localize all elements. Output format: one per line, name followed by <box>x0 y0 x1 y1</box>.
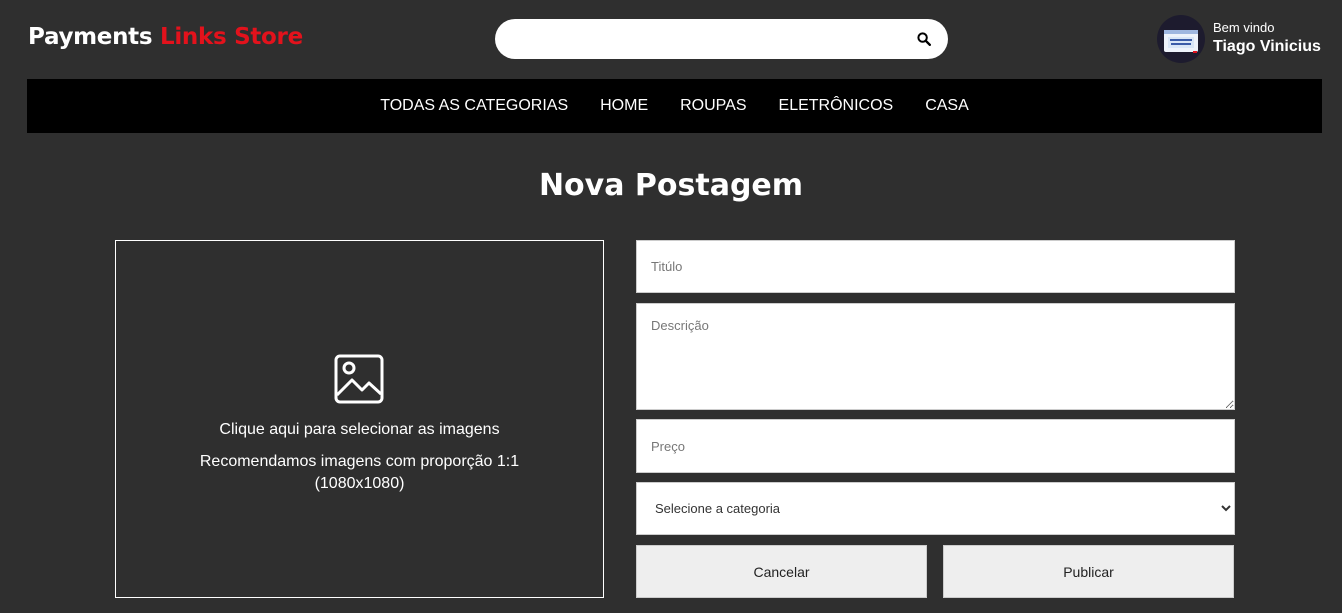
search-input[interactable] <box>513 27 907 53</box>
category-select[interactable]: Selecione a categoria <box>636 482 1235 535</box>
logo-text-accent: Links Store <box>159 24 303 50</box>
nav-item-all-categories[interactable]: TODAS AS CATEGORIAS <box>380 97 568 115</box>
upload-recommendation: Recomendamos imagens com proporção 1:1 (… <box>199 453 520 492</box>
price-input[interactable] <box>636 419 1235 473</box>
search-bar <box>495 19 948 59</box>
publish-button[interactable]: Publicar <box>943 545 1234 598</box>
avatar[interactable] <box>1157 15 1205 63</box>
description-textarea[interactable] <box>636 303 1235 410</box>
image-upload-area[interactable]: Clique aqui para selecionar as imagens R… <box>115 240 604 598</box>
user-profile[interactable]: Bem vindo Tiago Vinicius <box>1157 15 1342 63</box>
nav-item-roupas[interactable]: ROUPAS <box>680 97 746 115</box>
page-title: Nova Postagem <box>538 168 804 203</box>
store-logo[interactable]: Payments Links Store <box>28 24 303 50</box>
search-icon <box>917 32 931 46</box>
logo-text-primary: Payments <box>28 24 160 50</box>
category-nav: TODAS AS CATEGORIAS HOME ROUPAS ELETRÔNI… <box>27 79 1322 133</box>
title-input[interactable] <box>636 240 1235 293</box>
cancel-button[interactable]: Cancelar <box>636 545 927 598</box>
search-button[interactable] <box>914 29 934 49</box>
avatar-image <box>1164 30 1198 53</box>
nav-item-home[interactable]: HOME <box>600 97 648 115</box>
image-icon <box>334 354 384 404</box>
nav-item-casa[interactable]: CASA <box>925 97 969 115</box>
nav-item-eletronicos[interactable]: ELETRÔNICOS <box>779 97 894 115</box>
user-name: Tiago Vinicius <box>1213 38 1321 55</box>
welcome-text: Bem vindo <box>1213 20 1275 35</box>
upload-instruction: Clique aqui para selecionar as imagens <box>219 421 500 438</box>
